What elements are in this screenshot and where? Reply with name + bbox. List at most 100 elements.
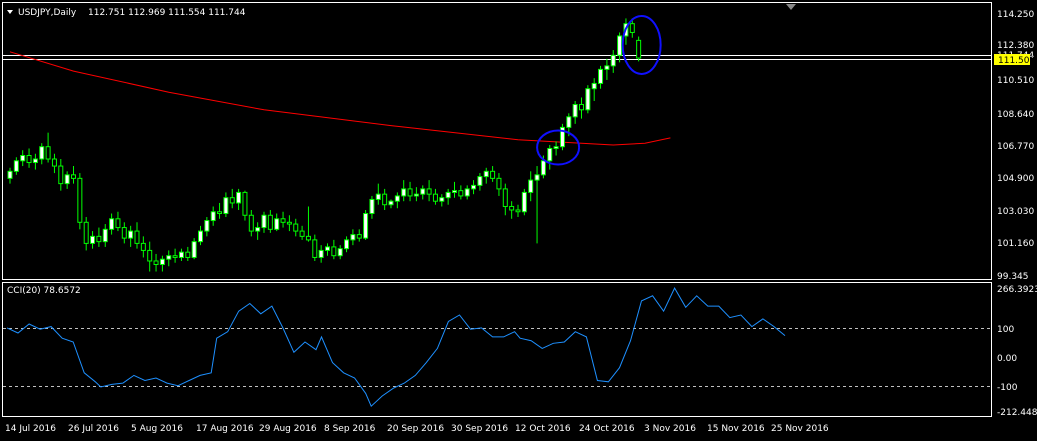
candle[interactable] [401, 180, 407, 202]
candle[interactable] [439, 194, 445, 207]
candle[interactable] [153, 253, 159, 272]
candle[interactable] [534, 166, 540, 244]
candle[interactable] [166, 250, 172, 267]
candle[interactable] [521, 188, 527, 216]
candle[interactable] [490, 166, 496, 182]
candle[interactable] [363, 209, 369, 240]
candle[interactable] [407, 181, 413, 202]
candle[interactable] [325, 243, 330, 256]
candle[interactable] [496, 173, 502, 196]
candle[interactable] [83, 217, 89, 251]
candle[interactable] [90, 231, 96, 249]
candle[interactable] [223, 192, 229, 218]
candle[interactable] [293, 218, 299, 237]
candle[interactable] [375, 183, 381, 205]
candle[interactable] [102, 224, 108, 247]
candle[interactable] [477, 173, 483, 191]
candle[interactable] [299, 225, 305, 240]
candle[interactable] [585, 85, 591, 114]
candle[interactable] [318, 245, 324, 263]
candle[interactable] [58, 159, 64, 191]
candle[interactable] [553, 141, 559, 156]
candle[interactable] [432, 188, 438, 205]
candle[interactable] [528, 171, 534, 202]
candle[interactable] [312, 234, 318, 261]
candle[interactable] [128, 225, 134, 247]
candle[interactable] [502, 183, 508, 216]
candle[interactable] [134, 222, 140, 249]
candle[interactable] [286, 215, 292, 232]
candle[interactable] [185, 246, 191, 261]
candle[interactable] [445, 188, 451, 205]
candle[interactable] [305, 206, 311, 242]
candle[interactable] [115, 211, 121, 232]
candle[interactable] [483, 167, 489, 184]
candle[interactable] [242, 190, 248, 221]
candle[interactable] [248, 209, 254, 237]
candle[interactable] [426, 180, 432, 202]
candle[interactable] [464, 185, 470, 200]
candle[interactable] [388, 199, 394, 209]
candle[interactable] [604, 58, 610, 80]
candle[interactable] [471, 180, 477, 195]
candle[interactable] [458, 185, 464, 200]
candle[interactable] [509, 201, 515, 219]
candle[interactable] [109, 213, 115, 235]
candle[interactable] [515, 204, 521, 218]
candle[interactable] [7, 167, 13, 184]
candle[interactable] [13, 157, 19, 175]
candle[interactable] [559, 123, 565, 151]
candle[interactable] [198, 225, 203, 246]
cci-line[interactable] [6, 287, 786, 408]
candle[interactable] [51, 153, 57, 174]
candle[interactable] [261, 211, 267, 233]
chart-shift-marker-icon[interactable] [786, 4, 796, 10]
candle[interactable] [217, 202, 223, 219]
candle[interactable] [356, 229, 362, 242]
candle[interactable] [71, 166, 76, 184]
ma-line[interactable] [9, 51, 671, 146]
candle[interactable] [382, 188, 388, 210]
candle[interactable] [255, 222, 261, 240]
candle[interactable] [26, 148, 32, 168]
candle[interactable] [274, 213, 280, 232]
candle[interactable] [452, 181, 457, 198]
candle[interactable] [236, 188, 242, 210]
candle[interactable] [172, 248, 178, 263]
candle[interactable] [64, 171, 70, 189]
candle[interactable] [191, 238, 197, 260]
candle[interactable] [610, 50, 616, 73]
candle[interactable] [20, 150, 26, 167]
candle[interactable] [572, 101, 578, 124]
candle[interactable] [280, 211, 286, 228]
candle[interactable] [420, 185, 426, 200]
annotation-ellipse[interactable] [621, 14, 662, 75]
candle[interactable] [579, 97, 584, 119]
candle[interactable] [140, 236, 146, 258]
candle[interactable] [178, 248, 184, 261]
candle[interactable] [413, 187, 419, 202]
candle[interactable] [337, 245, 343, 260]
candle[interactable] [45, 132, 51, 163]
candle[interactable] [394, 192, 400, 209]
candle[interactable] [267, 209, 273, 233]
candle[interactable] [591, 78, 597, 102]
candle[interactable] [598, 65, 604, 89]
candle[interactable] [331, 239, 337, 260]
candle[interactable] [121, 222, 127, 244]
triangle-down-icon[interactable] [7, 10, 13, 14]
candle[interactable] [547, 144, 553, 170]
candle[interactable] [39, 143, 45, 165]
candle[interactable] [344, 236, 350, 253]
candle[interactable] [77, 173, 83, 230]
candle[interactable] [617, 32, 623, 63]
candle[interactable] [350, 229, 356, 246]
candle[interactable] [32, 153, 38, 170]
candle[interactable] [369, 195, 375, 219]
candle[interactable] [147, 241, 153, 272]
candle[interactable] [159, 255, 165, 272]
candle[interactable] [96, 227, 102, 247]
candle[interactable] [204, 217, 210, 237]
candle[interactable] [210, 206, 216, 226]
candle[interactable] [636, 36, 642, 62]
